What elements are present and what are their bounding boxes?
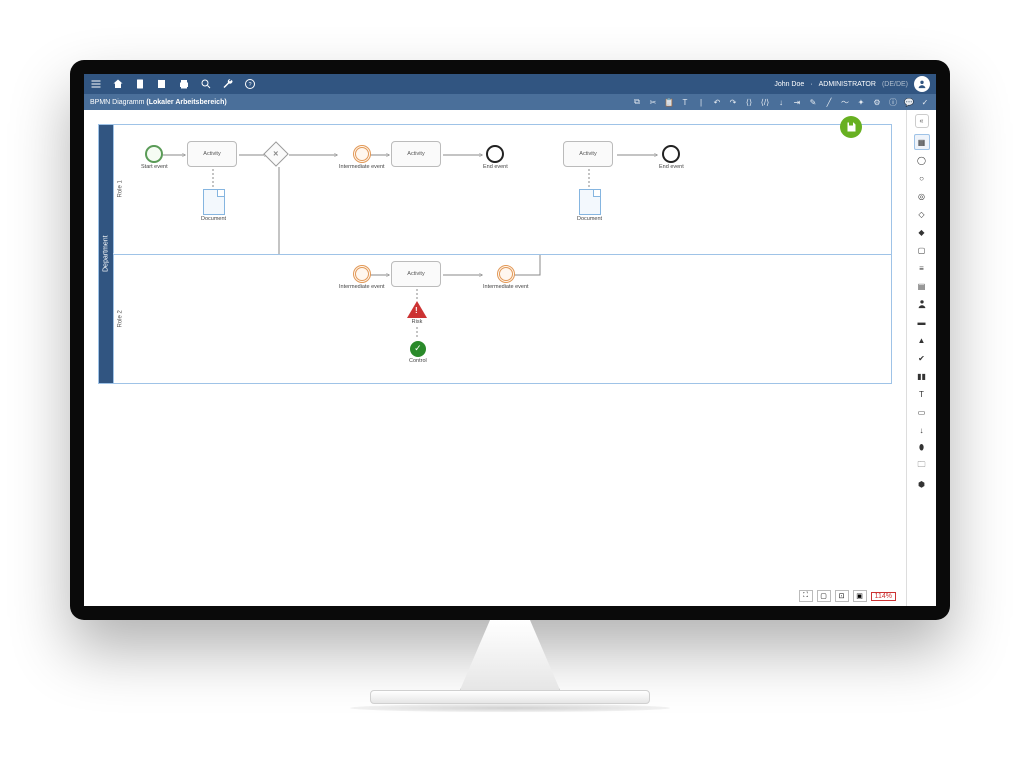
palette-check-icon[interactable]: ✔ xyxy=(914,350,930,366)
check-icon[interactable]: ✓ xyxy=(920,97,930,107)
palette-diamond-fill-icon[interactable]: ◆ xyxy=(914,224,930,240)
zoom-box-icon[interactable]: ▢ xyxy=(817,590,831,602)
palette-text-icon[interactable]: T xyxy=(914,386,930,402)
copy-icon[interactable]: ⧉ xyxy=(632,97,642,107)
monitor-stand xyxy=(350,620,670,712)
link-icon[interactable]: ⟨⟩ xyxy=(744,97,754,107)
filter-icon[interactable]: ⚙ xyxy=(872,97,882,107)
zoom-value[interactable]: 114% xyxy=(871,592,896,601)
paint-icon[interactable]: ✎ xyxy=(808,97,818,107)
wand-icon[interactable]: ✦ xyxy=(856,97,866,107)
workspace: Department Role 1 xyxy=(84,110,936,606)
home-icon[interactable] xyxy=(112,78,124,90)
comment-icon[interactable]: 💬 xyxy=(904,97,914,107)
paste-icon[interactable]: 📋 xyxy=(664,97,674,107)
zoom-actual-icon[interactable]: ⊡ xyxy=(835,590,849,602)
monitor-mockup: ? John Doe · ADMINISTRATOR (DE/DE) BPMN … xyxy=(70,60,950,620)
print-icon[interactable] xyxy=(178,78,190,90)
zoom-fit-icon[interactable]: ⛶ xyxy=(799,590,813,602)
end-event[interactable]: End event xyxy=(659,145,684,170)
code-icon[interactable]: ⟨/⟩ xyxy=(760,97,770,107)
start-event[interactable]: Start event xyxy=(141,145,168,170)
breadcrumb-page: BPMN Diagramm xyxy=(90,99,144,106)
lane1-title: Role 1 xyxy=(113,125,127,254)
palette-gateway-icon[interactable]: ◇ xyxy=(914,206,930,222)
lane2-title: Role 2 xyxy=(113,255,127,384)
shape-palette: « ▦ ◯ ○ ◎ ◇ ◆ ▢ ≡ ▤ ▬ ▲ ✔ ▮▮ T ▭ ↓ ⬮ 🗀 xyxy=(906,110,936,606)
wrench-icon[interactable] xyxy=(222,78,234,90)
spark-icon[interactable]: 〜 xyxy=(840,97,850,107)
palette-circle-thin-icon[interactable]: ○ xyxy=(914,170,930,186)
intermediate-event[interactable]: Intermediate event xyxy=(483,265,529,290)
text-icon[interactable]: T xyxy=(680,97,690,107)
compress-icon[interactable]: ⇥ xyxy=(792,97,802,107)
zoom-controls: ⛶ ▢ ⊡ ▣ 114% xyxy=(799,590,896,602)
activity-task[interactable]: Activity xyxy=(391,141,441,167)
activity-task[interactable]: Activity xyxy=(187,141,237,167)
palette-arrow-down-icon[interactable]: ↓ xyxy=(914,422,930,438)
info-icon[interactable]: ⓘ xyxy=(888,97,898,107)
user-role: ADMINISTRATOR xyxy=(819,81,876,88)
bpmn-pool: Department Role 1 xyxy=(98,124,892,384)
intermediate-event[interactable]: Intermediate event xyxy=(339,265,385,290)
document-artifact[interactable]: Document xyxy=(577,189,602,222)
palette-list-icon[interactable]: ≡ xyxy=(914,260,930,276)
help-icon[interactable]: ? xyxy=(244,78,256,90)
clipboard-icon[interactable] xyxy=(134,78,146,90)
intermediate-event[interactable]: Intermediate event xyxy=(339,145,385,170)
control-artifact[interactable]: ✓Control xyxy=(409,341,427,364)
activity-task[interactable]: Activity xyxy=(563,141,613,167)
menu-icon[interactable] xyxy=(90,78,102,90)
user-name: John Doe xyxy=(774,81,804,88)
topbar-right: John Doe · ADMINISTRATOR (DE/DE) xyxy=(774,76,930,92)
gateway-xor[interactable]: × xyxy=(267,145,285,163)
divider-icon: | xyxy=(696,97,706,107)
palette-building-icon[interactable]: ▬ xyxy=(914,314,930,330)
palette-risk-icon[interactable]: ▲ xyxy=(914,332,930,348)
palette-data-icon[interactable]: ▤ xyxy=(914,278,930,294)
activity-task[interactable]: Activity xyxy=(391,261,441,287)
breadcrumb: BPMN Diagramm (Lokaler Arbeitsbereich) xyxy=(90,99,227,106)
palette-circle-thick-icon[interactable]: ◯ xyxy=(914,152,930,168)
palette-folder-icon[interactable]: 🗀 xyxy=(914,458,930,474)
end-event[interactable]: End event xyxy=(483,145,508,170)
zoom-fill-icon[interactable]: ▣ xyxy=(853,590,867,602)
topbar-left: ? xyxy=(90,78,256,90)
user-lang: (DE/DE) xyxy=(882,81,908,88)
palette-chart-icon[interactable]: ▮▮ xyxy=(914,368,930,384)
collapse-palette-icon[interactable]: « xyxy=(915,114,929,128)
save-fab-button[interactable] xyxy=(840,116,862,138)
line-icon[interactable]: ╱ xyxy=(824,97,834,107)
lanes: Role 1 xyxy=(113,125,891,383)
app-screen: ? John Doe · ADMINISTRATOR (DE/DE) BPMN … xyxy=(84,74,936,606)
document-artifact[interactable]: Document xyxy=(201,189,226,222)
pool-title: Department xyxy=(99,125,113,383)
palette-person-icon[interactable] xyxy=(914,296,930,312)
breadcrumb-bar: BPMN Diagramm (Lokaler Arbeitsbereich) ⧉… xyxy=(84,94,936,110)
palette-pool-icon[interactable]: ▭ xyxy=(914,404,930,420)
risk-artifact[interactable]: Risk xyxy=(407,301,427,325)
topbar: ? John Doe · ADMINISTRATOR (DE/DE) xyxy=(84,74,936,94)
palette-disk-icon[interactable]: ⬢ xyxy=(914,476,930,492)
lane2-body[interactable]: Intermediate event Activity Intermediate… xyxy=(127,255,891,384)
arrow-down-icon[interactable]: ↓ xyxy=(776,97,786,107)
canvas[interactable]: Department Role 1 xyxy=(84,110,906,606)
palette-tag-icon[interactable]: ⬮ xyxy=(914,440,930,456)
svg-text:?: ? xyxy=(248,82,251,88)
undo-icon[interactable]: ↶ xyxy=(712,97,722,107)
lane1-body[interactable]: Start event Activity × Intermediate even… xyxy=(127,125,891,254)
redo-icon[interactable]: ↷ xyxy=(728,97,738,107)
cut-icon[interactable]: ✂ xyxy=(648,97,658,107)
avatar[interactable] xyxy=(914,76,930,92)
palette-grid-icon[interactable]: ▦ xyxy=(914,134,930,150)
edit-toolbar: ⧉ ✂ 📋 T | ↶ ↷ ⟨⟩ ⟨/⟩ ↓ ⇥ ✎ ╱ 〜 ✦ ⚙ ⓘ 💬 ✓ xyxy=(632,97,930,107)
book-icon[interactable] xyxy=(156,78,168,90)
breadcrumb-location: (Lokaler Arbeitsbereich) xyxy=(146,99,226,106)
palette-double-circle-icon[interactable]: ◎ xyxy=(914,188,930,204)
search-icon[interactable] xyxy=(200,78,212,90)
lane-role2: Role 2 Intermediate event xyxy=(113,255,891,384)
lane-role1: Role 1 xyxy=(113,125,891,255)
palette-document-icon[interactable]: ▢ xyxy=(914,242,930,258)
